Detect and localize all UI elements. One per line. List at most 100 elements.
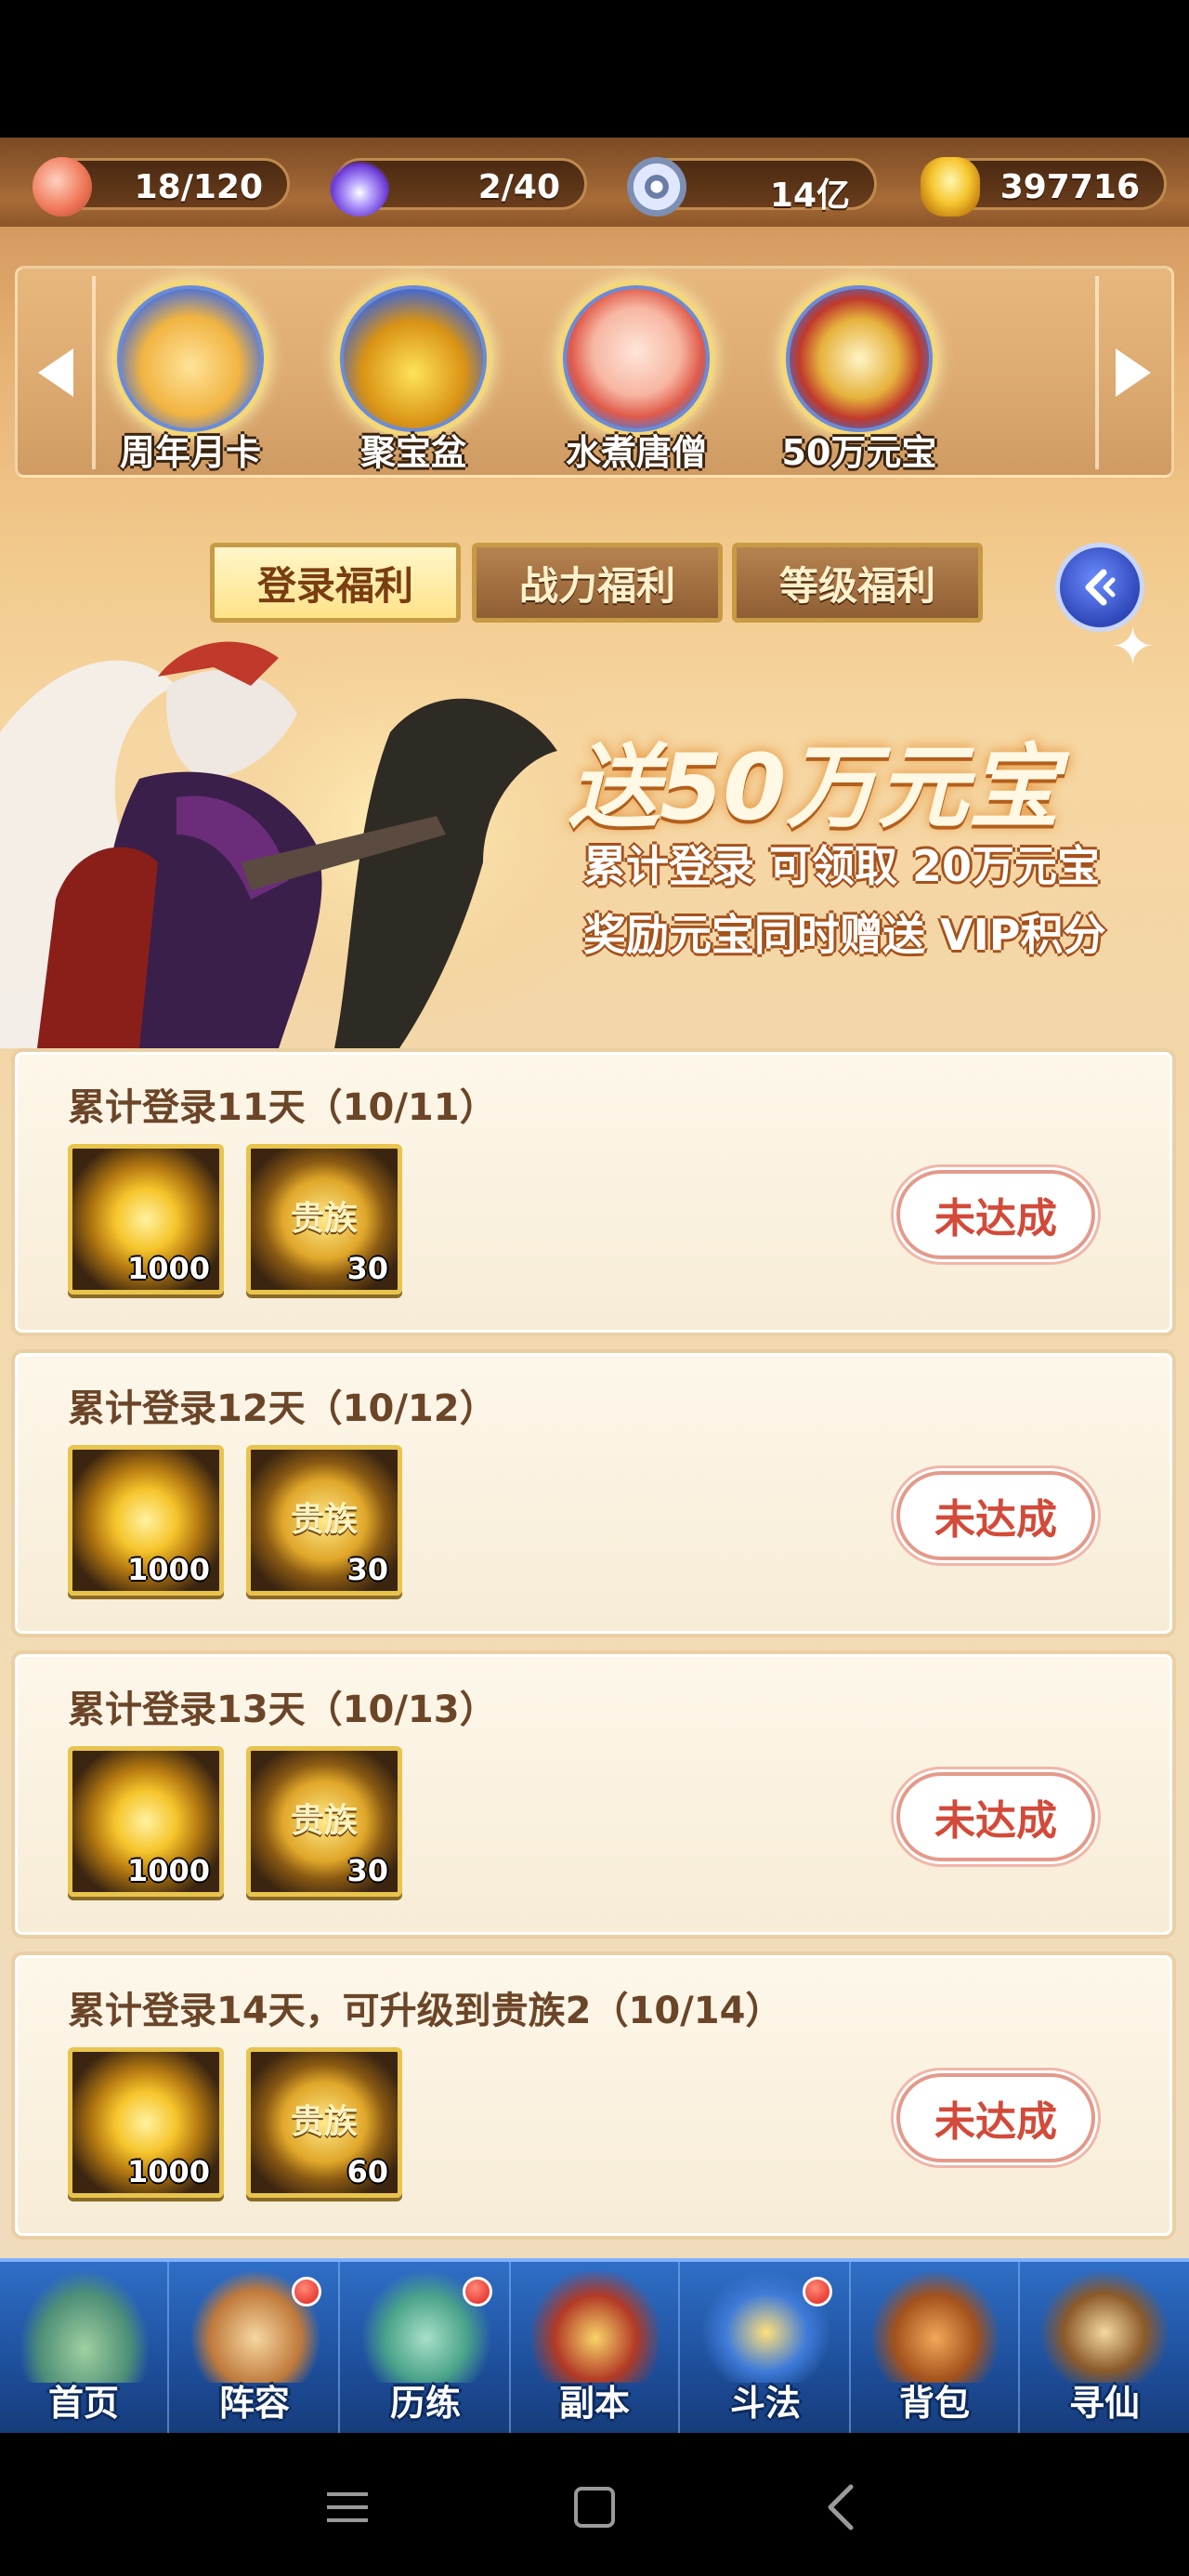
home-button[interactable] xyxy=(557,2470,632,2544)
reward-item-vip-points[interactable]: 贵族 30 xyxy=(246,1445,402,1596)
status-bar xyxy=(0,0,1189,138)
system-navigation-bar xyxy=(0,2433,1189,2576)
claim-status-button[interactable]: 未达成 xyxy=(896,1471,1095,1560)
carousel-item-label: 水煮唐僧 xyxy=(565,432,707,473)
reward-title: 累计登录12天（10/12） xyxy=(68,1387,497,1430)
hero-character-image xyxy=(0,621,632,1048)
carousel-item-label: 聚宝盆 xyxy=(359,432,466,473)
carousel-prev-button[interactable] xyxy=(23,315,88,430)
nav-label: 寻仙 xyxy=(1068,2383,1140,2424)
notification-dot xyxy=(463,2277,492,2307)
arrow-right-icon xyxy=(1116,348,1151,397)
anniversary-card-icon xyxy=(111,280,269,438)
claim-status-button[interactable]: 未达成 xyxy=(896,1772,1095,1861)
recents-button[interactable] xyxy=(310,2470,385,2544)
nav-label: 副本 xyxy=(558,2383,630,2424)
reward-item-ingots[interactable]: 1000 xyxy=(68,2047,224,2198)
nav-seek-immortal[interactable]: 寻仙 xyxy=(1020,2262,1189,2433)
carousel-item-treasure-bowl[interactable]: 聚宝盆 xyxy=(320,280,506,475)
nav-label: 背包 xyxy=(898,2383,970,2424)
treasure-chest-icon xyxy=(780,280,938,438)
promo-banner: ✦ 送50万元宝 累计登录 可领取 20万元宝 奖励元宝同时赠送 VIP积分 xyxy=(0,617,1189,1058)
reward-item-vip-points[interactable]: 贵族 30 xyxy=(246,1746,402,1897)
sparkle-icon: ✦ xyxy=(1111,617,1155,677)
item-quantity: 30 xyxy=(346,1251,388,1286)
notification-dot xyxy=(803,2277,832,2307)
item-quantity: 60 xyxy=(346,2154,388,2189)
reward-item-ingots[interactable]: 1000 xyxy=(68,1445,224,1596)
item-quantity: 1000 xyxy=(126,1251,210,1286)
nav-label: 斗法 xyxy=(729,2383,801,2424)
vip-badge-label: 贵族 xyxy=(290,1501,358,1539)
reward-card: 累计登录13天（10/13） 1000 贵族 30 未达成 xyxy=(15,1654,1172,1935)
resource-bar: 18/120 2/40 14亿 397716 xyxy=(0,138,1189,227)
divider xyxy=(92,276,96,469)
nav-label: 历练 xyxy=(389,2383,461,2424)
reward-item-vip-points[interactable]: 贵族 30 xyxy=(246,1144,402,1295)
resource-value: 18/120 xyxy=(134,168,263,206)
app-screen: 18/120 2/40 14亿 397716 周年月卡 聚宝盆 水煮唐僧 50万… xyxy=(0,138,1189,2433)
divider xyxy=(1095,276,1099,469)
nav-home[interactable]: 首页 xyxy=(0,2262,169,2433)
reward-card: 累计登录11天（10/11） 1000 贵族 30 未达成 xyxy=(15,1052,1172,1333)
scroll-icon xyxy=(1040,2271,1169,2383)
nav-label: 首页 xyxy=(47,2383,119,2424)
carousel-item-label: 50万元宝 xyxy=(781,432,937,473)
arrow-left-icon xyxy=(38,348,73,397)
temple-gate-icon xyxy=(531,2271,660,2383)
activity-carousel: 周年月卡 聚宝盆 水煮唐僧 50万元宝 xyxy=(15,266,1174,478)
notification-dot xyxy=(292,2277,321,2307)
item-quantity: 1000 xyxy=(126,1552,210,1587)
carousel-next-button[interactable] xyxy=(1101,315,1166,430)
claim-status-button[interactable]: 未达成 xyxy=(896,1170,1095,1259)
vip-badge-label: 贵族 xyxy=(290,2103,358,2141)
reward-card: 累计登录14天，可升级到贵族2（10/14） 1000 贵族 60 未达成 xyxy=(15,1955,1172,2236)
spirit-flame-icon xyxy=(330,157,389,217)
reward-item-ingots[interactable]: 1000 xyxy=(68,1144,224,1295)
reward-item-ingots[interactable]: 1000 xyxy=(68,1746,224,1897)
promo-line-2: 奖励元宝同时赠送 VIP积分 xyxy=(583,910,1106,960)
tab-power-welfare[interactable]: 战力福利 xyxy=(472,543,723,623)
resource-value: 14亿 xyxy=(769,177,850,215)
reward-card: 累计登录12天（10/12） 1000 贵族 30 未达成 xyxy=(15,1353,1172,1634)
backpack-icon xyxy=(871,2271,1000,2383)
chevron-left-icon xyxy=(828,2484,854,2530)
reward-title: 累计登录14天，可升级到贵族2（10/14） xyxy=(68,1990,783,2032)
nav-training[interactable]: 历练 xyxy=(342,2262,511,2433)
bottom-navigation: 首页 阵容 历练 副本 斗法 背包 寻仙 xyxy=(0,2258,1189,2433)
nav-lineup[interactable]: 阵容 xyxy=(171,2262,340,2433)
tab-login-welfare[interactable]: 登录福利 xyxy=(210,543,461,623)
peach-icon xyxy=(33,157,92,217)
resource-value: 397716 xyxy=(1000,168,1140,206)
menu-lines-icon xyxy=(327,2492,368,2522)
item-quantity: 30 xyxy=(346,1552,388,1587)
claim-status-button[interactable]: 未达成 xyxy=(896,2073,1095,2162)
copper-coin-icon xyxy=(627,157,686,217)
resource-coins[interactable]: 14亿 xyxy=(627,157,877,217)
reward-title: 累计登录13天（10/13） xyxy=(68,1689,497,1731)
reward-title: 累计登录11天（10/11） xyxy=(68,1086,497,1129)
item-quantity: 30 xyxy=(346,1853,388,1888)
carousel-item-ingots[interactable]: 50万元宝 xyxy=(766,280,952,475)
reward-item-vip-points[interactable]: 贵族 60 xyxy=(246,2047,402,2198)
carousel-item-monk[interactable]: 水煮唐僧 xyxy=(543,280,729,475)
treasure-bowl-icon xyxy=(334,280,492,438)
promo-line-1: 累计登录 可领取 20万元宝 xyxy=(583,841,1101,891)
vip-badge-label: 贵族 xyxy=(290,1200,358,1238)
square-home-icon xyxy=(574,2487,615,2528)
system-back-button[interactable] xyxy=(804,2470,879,2544)
vip-badge-label: 贵族 xyxy=(290,1802,358,1840)
tab-level-welfare[interactable]: 等级福利 xyxy=(732,543,983,623)
carousel-item-monthly-card[interactable]: 周年月卡 xyxy=(98,280,283,475)
nav-label: 阵容 xyxy=(218,2383,290,2424)
nav-dungeon[interactable]: 副本 xyxy=(511,2262,680,2433)
resource-ingots[interactable]: 397716 xyxy=(921,157,1167,217)
item-quantity: 1000 xyxy=(126,1853,210,1888)
item-quantity: 1000 xyxy=(126,2154,210,2189)
nav-backpack[interactable]: 背包 xyxy=(851,2262,1020,2433)
nav-battle[interactable]: 斗法 xyxy=(682,2262,851,2433)
resource-stamina[interactable]: 18/120 xyxy=(33,157,290,217)
promo-title: 送50万元宝 xyxy=(568,735,1060,841)
floating-island-icon xyxy=(20,2271,149,2383)
resource-spirit[interactable]: 2/40 xyxy=(330,157,587,217)
